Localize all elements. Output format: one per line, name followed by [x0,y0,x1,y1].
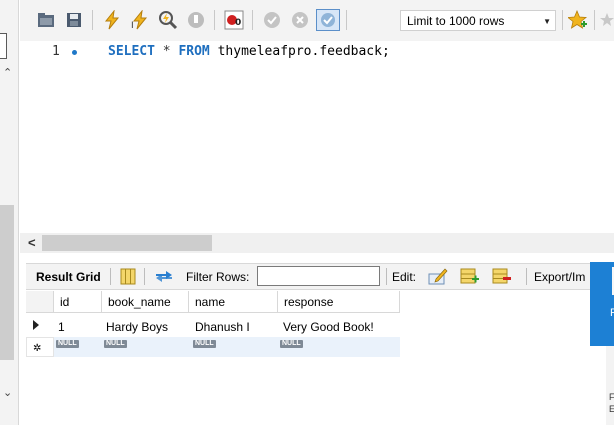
toolbar-separator [594,10,595,30]
result-grid-tab[interactable]: Result Grid [36,270,101,284]
query-toolbar: I 0 Limit to 1000 rows ▼ [20,0,614,41]
sql-code-line[interactable]: SELECT * FROM thymeleafpro.feedback; [108,44,390,59]
chevron-down-icon: ▼ [543,17,551,26]
side-label-2: E [609,404,614,414]
column-header-response[interactable]: response [278,291,400,313]
toolbar-separator [144,268,145,285]
null-cell-response[interactable]: NULL [278,337,400,357]
cell-id[interactable]: 1 [54,316,102,338]
cell-book-name[interactable]: Hardy Boys [102,316,189,338]
toolbar-separator [562,10,563,30]
new-row[interactable]: ✲ NULL NULL NULL NULL [26,337,400,357]
scroll-left-icon[interactable]: < [28,235,36,250]
toolbar-separator [526,268,527,285]
side-label-1: F [609,392,614,402]
add-row-icon[interactable] [460,268,480,288]
grid-header-row: id book_name name response [26,291,400,313]
stop-icon[interactable] [186,10,206,30]
scroll-down-icon[interactable]: ⌄ [3,386,12,399]
delete-row-icon[interactable] [492,268,512,288]
limit-rows-select[interactable]: Limit to 1000 rows ▼ [400,10,556,31]
cell-response[interactable]: Very Good Book! [278,316,400,338]
toggle-error-icon[interactable]: 0 [224,10,244,30]
filter-rows-label: Filter Rows: [186,270,250,284]
keyword-select: SELECT [108,44,155,59]
edit-label: Edit: [392,270,417,284]
star-token: * [162,44,171,59]
table-identifier: thymeleafpro.feedback; [217,44,390,59]
more-icon[interactable] [600,10,614,30]
sql-editor[interactable]: 1 SELECT * FROM thymeleafpro.feedback; [20,41,614,233]
column-header-name[interactable]: name [189,291,278,313]
row-header-corner [26,291,54,313]
side-panel-label: R [610,307,614,319]
toolbar-separator [386,268,387,285]
scrollbar-thumb[interactable] [42,235,212,251]
table-row[interactable]: 1 Hardy Boys Dhanush I Very Good Book! [26,316,400,338]
toolbar-separator [214,10,215,30]
limit-rows-value: Limit to 1000 rows [407,14,505,28]
result-toolbar: Result Grid Filter Rows: Edit: Export/Im [26,263,614,290]
grid-layout-icon[interactable] [120,268,136,288]
current-row-arrow-icon [26,316,54,338]
rollback-icon[interactable] [290,10,310,30]
editor-horizontal-scrollbar[interactable]: < [20,233,614,253]
refresh-icon[interactable] [154,269,174,287]
folder-icon[interactable] [36,10,56,30]
execute-icon[interactable] [102,10,122,30]
filter-rows-input[interactable] [257,266,380,286]
svg-text:I: I [131,21,134,30]
save-icon[interactable] [64,10,84,30]
line-number: 1 [52,44,60,59]
scroll-up-icon[interactable]: ⌃ [3,66,12,79]
column-header-id[interactable]: id [54,291,102,313]
execute-current-icon[interactable]: I [130,10,150,30]
result-side-panel[interactable]: R [590,262,614,346]
edit-cell-icon[interactable] [428,267,448,288]
explain-icon[interactable] [158,10,178,30]
column-header-book-name[interactable]: book_name [102,291,189,313]
keyword-from: FROM [178,44,210,59]
export-import-label[interactable]: Export/Im [534,270,585,284]
bookmark-icon[interactable] [568,10,588,30]
svg-text:0: 0 [235,18,241,28]
autocommit-icon[interactable] [316,9,340,31]
left-panel-edge[interactable] [0,33,7,59]
new-row-marker-icon: ✲ [26,337,54,357]
null-cell-name[interactable]: NULL [189,337,278,357]
commit-icon[interactable] [262,10,282,30]
null-cell-id[interactable]: NULL [54,337,102,357]
toolbar-separator [346,10,347,30]
toolbar-separator [92,10,93,30]
toolbar-separator [110,268,111,285]
left-scrollbar-thumb[interactable] [0,205,14,360]
cell-name[interactable]: Dhanush I [189,316,278,338]
null-cell-book-name[interactable]: NULL [102,337,189,357]
statement-marker-icon [72,50,77,55]
toolbar-separator [252,10,253,30]
